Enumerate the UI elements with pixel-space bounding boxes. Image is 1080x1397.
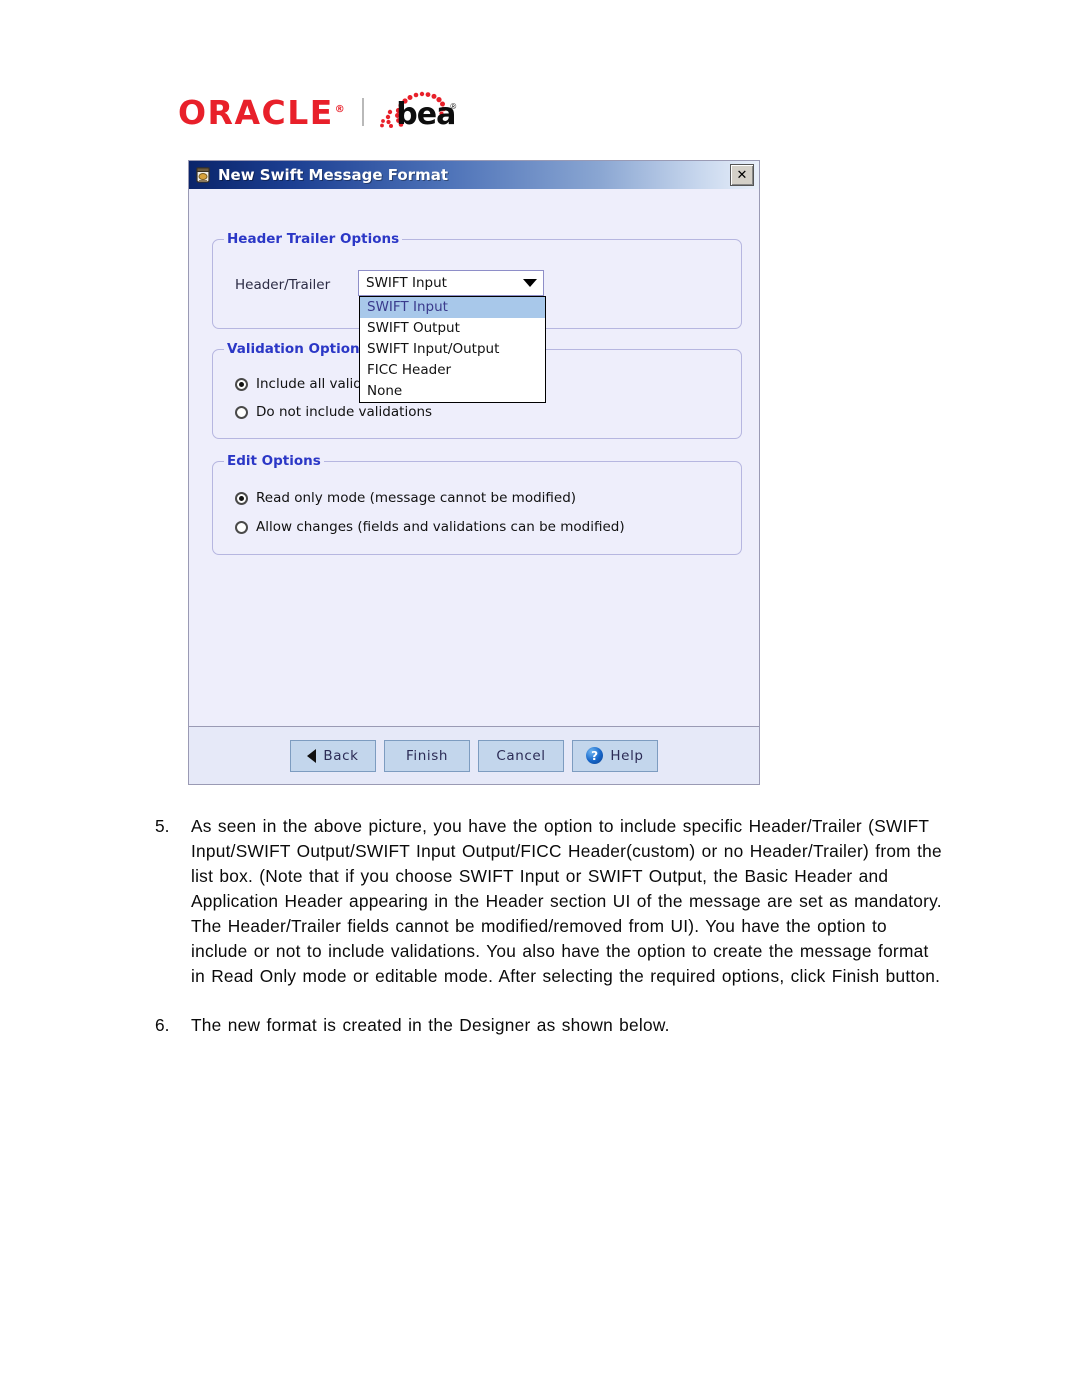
list-item: 6. The new format is created in the Desi… [155, 1013, 945, 1038]
dialog-button-bar: Back Finish Cancel ? Help [189, 726, 759, 784]
dropdown-option-swift-output[interactable]: SWIFT Output [360, 318, 545, 339]
oracle-wordmark: ORACLE® [178, 96, 346, 129]
radio-do-not-include-validations-label: Do not include validations [256, 404, 433, 420]
back-button[interactable]: Back [290, 739, 376, 772]
radio-read-only-mode[interactable]: Read only mode (message cannot be modifi… [235, 490, 576, 506]
back-arrow-icon [307, 748, 317, 763]
cancel-button-label: Cancel [496, 747, 546, 764]
radio-allow-changes-mark[interactable] [235, 520, 248, 534]
radio-do-not-include-validations-mark[interactable] [235, 405, 248, 419]
edit-options-legend: Edit Options [224, 453, 324, 469]
finish-button[interactable]: Finish [384, 739, 470, 772]
oracle-text: ORACLE [178, 92, 334, 132]
radio-include-all-validations-mark[interactable] [235, 377, 248, 391]
dialog-title: New Swift Message Format [218, 166, 449, 184]
bea-text: bea [396, 97, 456, 132]
radio-allow-changes[interactable]: Allow changes (fields and validations ca… [235, 519, 625, 535]
instruction-list: 5. As seen in the above picture, you hav… [155, 814, 945, 1062]
header-trailer-combobox[interactable]: SWIFT Input [358, 270, 544, 296]
dialog-body: Header Trailer Options Header/Trailer SW… [189, 189, 759, 699]
header-trailer-dropdown-list[interactable]: SWIFT Input SWIFT Output SWIFT Input/Out… [359, 296, 546, 403]
close-icon[interactable]: ✕ [730, 164, 754, 186]
radio-do-not-include-validations[interactable]: Do not include validations [235, 404, 432, 420]
validation-options-legend: Validation Options [224, 341, 371, 357]
new-swift-message-format-dialog: New Swift Message Format ✕ Header Traile… [188, 160, 760, 785]
bea-registered-mark: ® [450, 102, 457, 111]
header-trailer-combobox-value: SWIFT Input [366, 275, 447, 291]
header-trailer-options-legend: Header Trailer Options [224, 231, 403, 247]
dialog-titlebar: New Swift Message Format ✕ [189, 161, 759, 189]
list-item-text: The new format is created in the Designe… [191, 1015, 670, 1035]
finish-button-label: Finish [405, 747, 449, 764]
dropdown-option-swift-input[interactable]: SWIFT Input [360, 297, 545, 318]
chevron-down-icon[interactable] [517, 279, 543, 287]
help-button[interactable]: ? Help [572, 739, 658, 772]
radio-read-only-mode-label: Read only mode (message cannot be modifi… [256, 490, 577, 506]
help-question-icon: ? [586, 747, 604, 764]
message-format-icon [196, 167, 210, 183]
oracle-registered-mark: ® [334, 103, 347, 115]
radio-read-only-mode-mark[interactable] [235, 491, 248, 505]
list-item-text: As seen in the above picture, you have t… [191, 816, 942, 986]
bea-logo: bea ® [378, 90, 456, 134]
help-button-label: Help [610, 747, 644, 764]
back-button-label: Back [323, 747, 359, 764]
cancel-button[interactable]: Cancel [478, 739, 564, 772]
logo-divider [362, 98, 365, 126]
oracle-bea-logo: ORACLE® bea ® [178, 88, 456, 136]
dropdown-option-none[interactable]: None [360, 381, 545, 402]
header-trailer-label: Header/Trailer [235, 277, 331, 293]
edit-options-group: Edit Options Read only mode (message can… [212, 453, 742, 555]
dropdown-option-swift-input-output[interactable]: SWIFT Input/Output [360, 339, 545, 360]
list-item-number: 5. [155, 816, 170, 836]
list-item-number: 6. [155, 1015, 170, 1035]
dropdown-option-ficc-header[interactable]: FICC Header [360, 360, 545, 381]
radio-allow-changes-label: Allow changes (fields and validations ca… [256, 519, 625, 535]
list-item: 5. As seen in the above picture, you hav… [155, 814, 945, 989]
